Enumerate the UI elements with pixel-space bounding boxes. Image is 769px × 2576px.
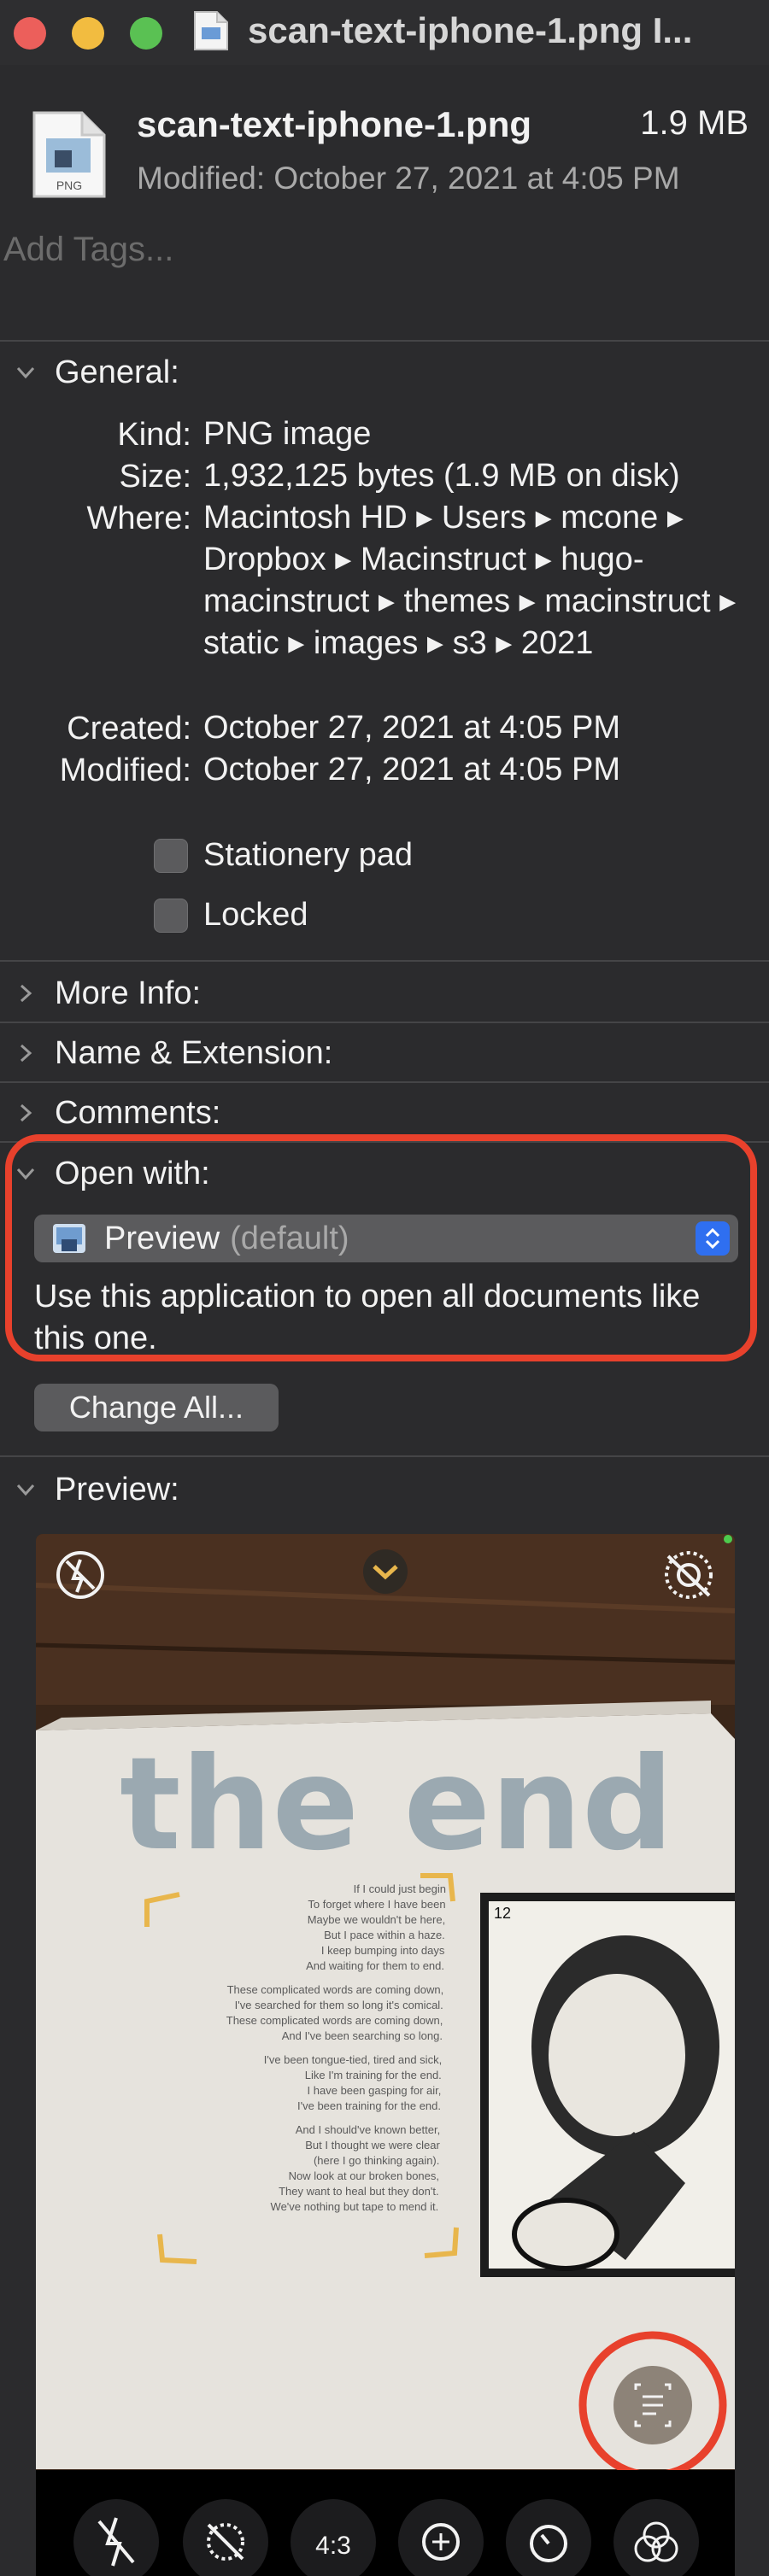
chevron-right-icon [20,1104,32,1122]
poem-line: We've nothing but tape to mend it. [271,2200,439,2213]
divider [0,1081,769,1083]
window-title: scan-text-iphone-1.png I... [248,10,693,50]
locked-option[interactable]: Locked [154,897,308,934]
chevron-up-icon[interactable] [363,1549,408,1594]
chevron-down-icon [16,366,35,379]
png-file-icon: PNG [32,111,106,198]
locked-checkbox[interactable] [154,898,188,933]
general-section-toggle[interactable]: General: [14,350,179,395]
stationery-pad-label: Stationery pad [203,837,414,873]
comments-section-toggle[interactable]: Comments: [14,1091,220,1135]
modified-label: Modified: [59,752,191,788]
comments-section-label: Comments: [55,1094,221,1131]
document-proxy-icon[interactable] [193,10,229,51]
poem-line: And I've been searching so long. [282,2029,443,2042]
stationery-pad-option[interactable]: Stationery pad [154,837,413,874]
chevron-right-icon [20,1044,32,1063]
camera-indicator-dot [724,1535,732,1543]
more-info-section-label: More Info: [55,975,202,1011]
chevron-right-icon [20,984,32,1003]
poem-line: These complicated words are coming down, [226,2014,443,2027]
open-with-highlight-annotation [5,1134,757,1361]
poem-line: I have been gasping for air, [308,2084,442,2097]
minimize-window-button[interactable] [72,17,104,50]
chevron-down-icon [16,1484,35,1496]
locked-label: Locked [203,897,308,933]
stationery-pad-checkbox[interactable] [154,838,188,873]
poem-line: Like I'm training for the end. [305,2069,442,2081]
kind-value: PNG image [203,416,372,452]
iphone-camera-screenshot: the end 12 If I could just begin To forge… [36,1534,735,2576]
name-extension-section-label: Name & Extension: [55,1034,333,1071]
where-value: Macintosh HD ▸ Users ▸ mcone ▸ Dropbox ▸… [203,500,737,661]
add-tags-field[interactable]: Add Tags... [3,231,755,269]
file-icon-label: PNG [56,179,82,192]
file-modified-date: Modified: October 27, 2021 at 4:05 PM [137,161,680,196]
page-headline: the end [120,1730,673,1879]
poem-line: I've been training for the end. [297,2099,441,2112]
close-window-button[interactable] [14,17,46,50]
created-label: Created: [67,711,191,746]
divider [0,340,769,342]
modified-value: October 27, 2021 at 4:05 PM [203,752,620,787]
size-label: Size: [119,459,191,495]
change-all-button[interactable]: Change All... [34,1384,279,1431]
zoom-window-button[interactable] [130,17,162,50]
preview-section-label: Preview: [55,1471,179,1508]
preview-section-toggle[interactable]: Preview: [14,1467,179,1512]
poem-line: Now look at our broken bones, [289,2169,439,2182]
general-section-label: General: [55,354,179,390]
size-value: 1,932,125 bytes (1.9 MB on disk) [203,458,680,494]
file-name: scan-text-iphone-1.png [137,104,532,144]
preview-thumbnail: the end 12 If I could just begin To forge… [36,1534,735,2576]
divider [0,1022,769,1023]
created-value: October 27, 2021 at 4:05 PM [203,710,620,746]
where-label: Where: [86,501,191,536]
poem-line: And I should've known better, [296,2123,440,2136]
poem-line: To forget where I have been [308,1898,445,1911]
poem-line: (here I go thinking again). [314,2154,439,2167]
poem-line: But I thought we were clear [305,2139,440,2152]
poem-line: I've been tongue-tied, tired and sick, [264,2053,442,2066]
page-number: 12 [494,1905,511,1922]
poem-line: These complicated words are coming down, [227,1983,444,1996]
aspect-ratio-label: 4:3 [315,2532,351,2560]
poem-line: And waiting for them to end. [306,1959,444,1972]
divider [0,960,769,962]
poem-line: I've searched for them so long it's comi… [235,1999,443,2011]
divider [0,1455,769,1457]
poem-line: Maybe we wouldn't be here, [308,1913,445,1926]
more-info-section-toggle[interactable]: More Info: [14,971,201,1016]
poem-line: If I could just begin [354,1882,446,1895]
kind-label: Kind: [117,417,191,453]
name-extension-section-toggle[interactable]: Name & Extension: [14,1031,332,1075]
file-size: 1.9 MB [640,104,748,142]
poem-line: They want to heal but they don't. [279,2185,439,2198]
poem-line: But I pace within a haze. [324,1929,445,1941]
poem-line: I keep bumping into days [321,1944,445,1957]
